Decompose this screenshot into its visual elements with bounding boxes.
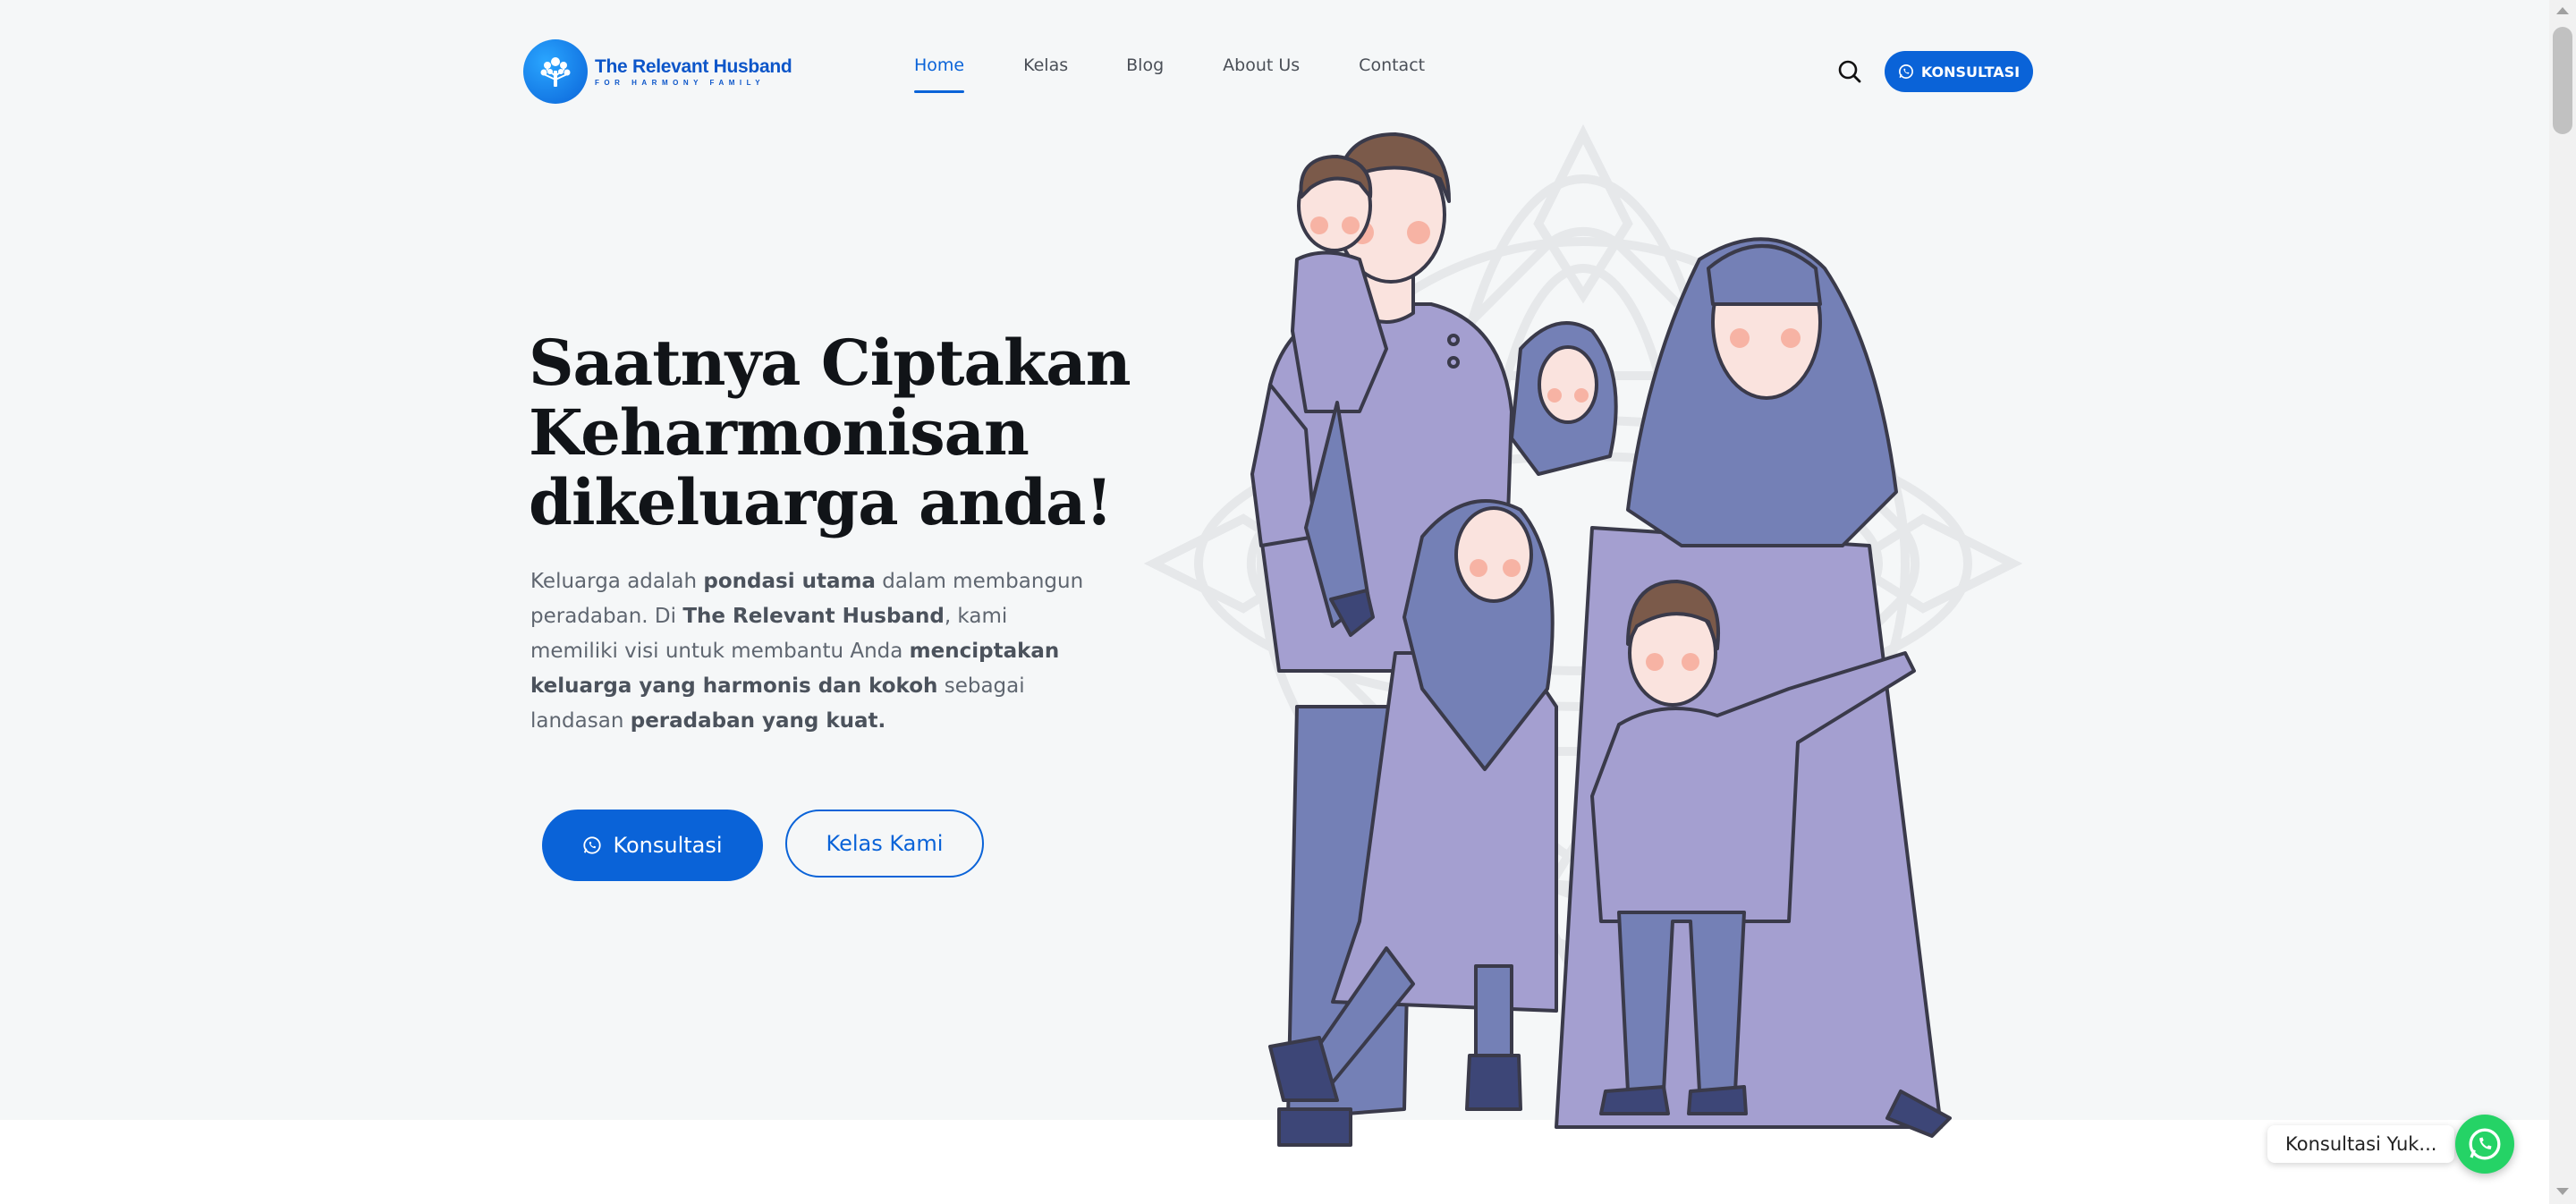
hero-konsultasi-label: Konsultasi (613, 833, 723, 858)
nav-blog[interactable]: Blog (1126, 55, 1164, 93)
whatsapp-icon (583, 836, 602, 854)
page-scrollbar[interactable] (2549, 0, 2576, 1204)
desc-seg-0: Keluarga adalah (530, 570, 704, 593)
kelas-kami-button[interactable]: Kelas Kami (785, 810, 984, 878)
hero-konsultasi-button[interactable]: Konsultasi (542, 810, 763, 881)
hero-title-line-2: Keharmonisan (529, 395, 1030, 470)
header-konsultasi-button[interactable]: KONSULTASI (1885, 51, 2033, 92)
hero-title-line-3: dikeluarga anda! (529, 465, 1113, 539)
scroll-down-arrow[interactable] (2556, 1188, 2569, 1195)
desc-seg-3: The Relevant Husband (682, 605, 945, 628)
floating-chat-label[interactable]: Konsultasi Yuk... (2267, 1125, 2455, 1163)
search-icon[interactable] (1837, 59, 1862, 84)
hero-title-line-1: Saatnya Ciptakan (529, 326, 1131, 400)
desc-seg-1: pondasi utama (703, 570, 876, 593)
header-konsultasi-label: KONSULTASI (1920, 63, 2021, 81)
hero-description: Keluarga adalah pondasi utama dalam memb… (530, 564, 1085, 739)
nav-kelas[interactable]: Kelas (1023, 55, 1068, 93)
girl-small-figure (1510, 321, 1618, 476)
main-nav: Home Kelas Blog About Us Contact (914, 55, 1425, 93)
scroll-up-arrow[interactable] (2556, 7, 2569, 14)
scroll-thumb[interactable] (2553, 27, 2572, 134)
logo-tagline: FOR HARMONY FAMILY (595, 79, 766, 87)
site-logo[interactable]: The Relevant Husband FOR HARMONY FAMILY (523, 39, 792, 104)
nav-about-us[interactable]: About Us (1223, 55, 1300, 93)
logo-title: The Relevant Husband (595, 56, 792, 77)
floating-whatsapp-button[interactable] (2455, 1115, 2514, 1174)
whatsapp-icon (1898, 64, 1913, 79)
whatsapp-icon (2469, 1128, 2501, 1160)
nav-home[interactable]: Home (914, 55, 965, 93)
hero-title: Saatnya Ciptakan Keharmonisan dikeluarga… (529, 328, 1137, 538)
desc-seg-7: peradaban yang kuat. (630, 709, 886, 733)
tree-logo-icon (523, 39, 588, 104)
nav-contact[interactable]: Contact (1359, 55, 1425, 93)
family-illustration (1127, 116, 2039, 1163)
